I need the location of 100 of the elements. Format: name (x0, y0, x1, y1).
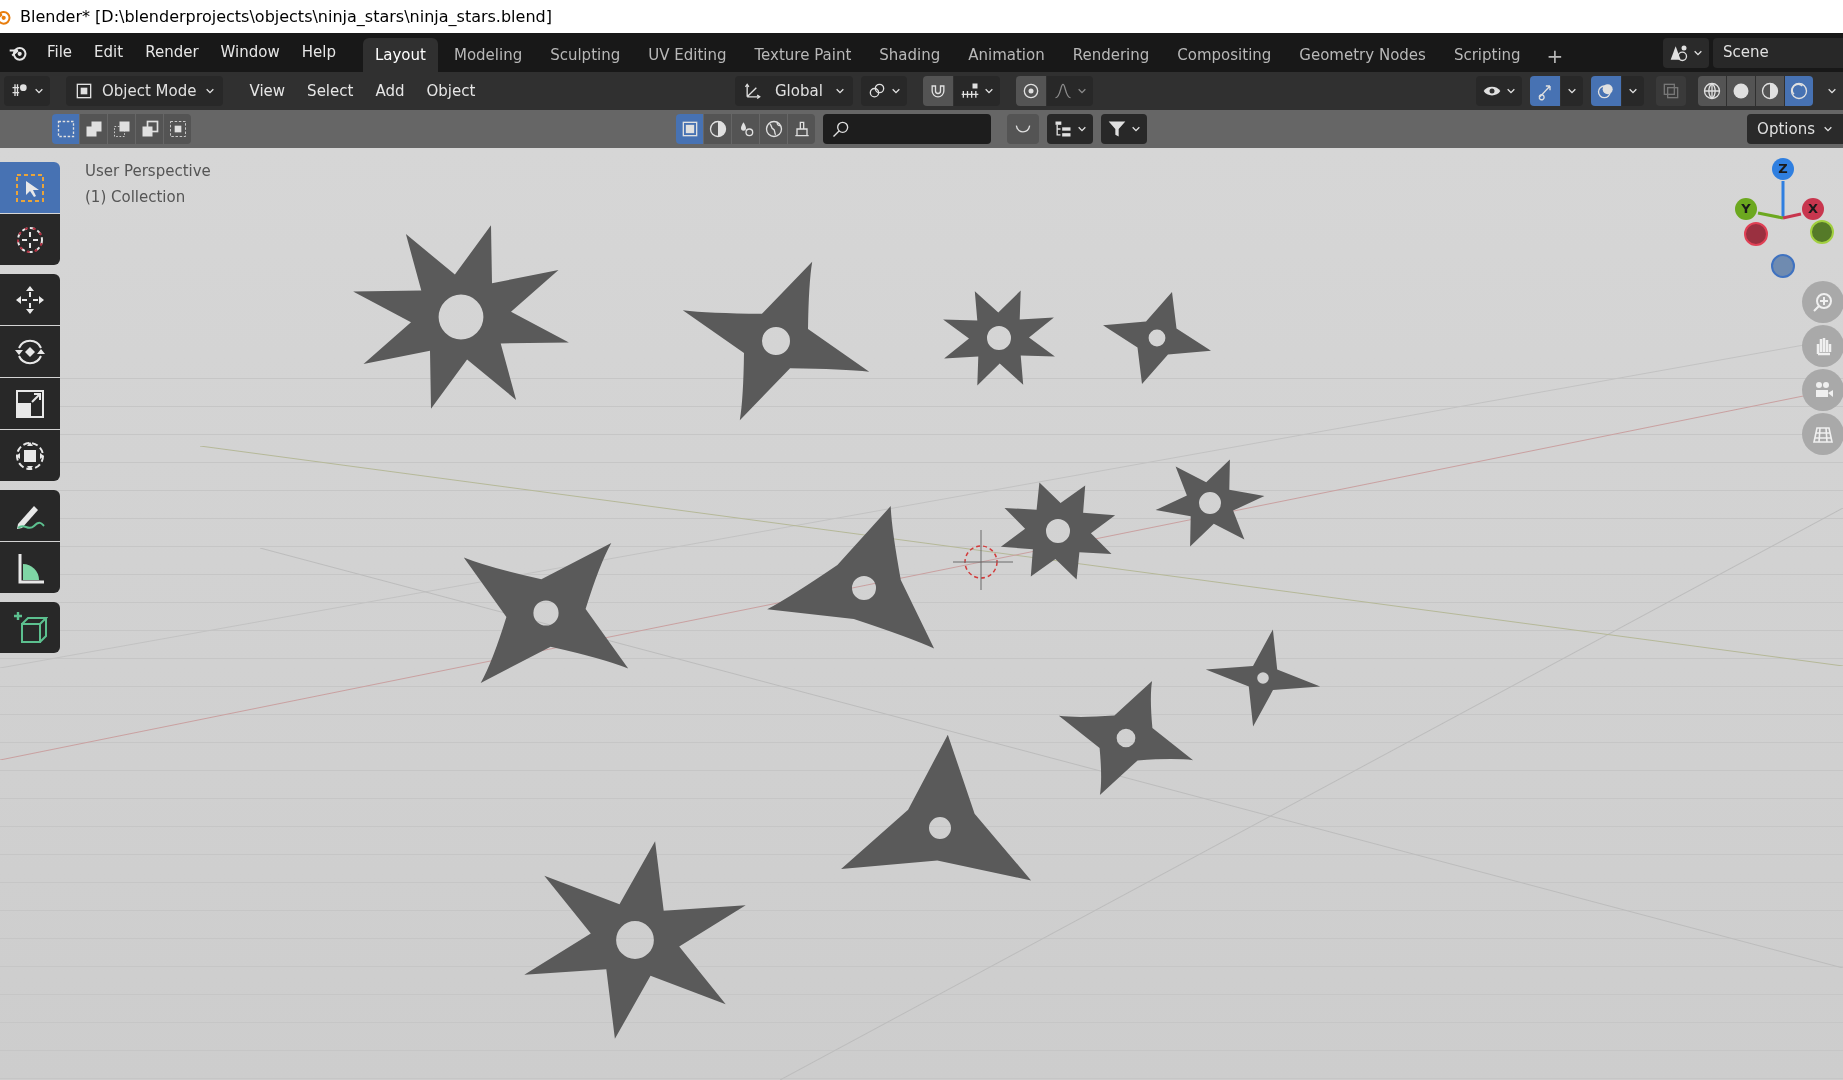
workspace-tab[interactable]: Modeling (441, 37, 535, 72)
tool-button[interactable] (0, 274, 60, 325)
overlapping-squares-icon (111, 119, 132, 139)
menu-item[interactable]: Help (290, 37, 347, 68)
selection-mode-button[interactable] (164, 114, 191, 144)
caret-icon (834, 86, 845, 96)
3d-cursor-icon (952, 529, 1014, 591)
options-dropdown[interactable]: Options (1747, 114, 1843, 144)
proportional-edit-toggle[interactable] (1015, 76, 1046, 106)
workspace-tab[interactable]: UV Editing (636, 37, 739, 72)
search-field[interactable] (823, 114, 991, 144)
selection-mode-button[interactable] (52, 114, 79, 144)
wireframe-sphere-icon (1702, 81, 1722, 101)
funnel-icon (1107, 119, 1127, 139)
axis-label[interactable]: Z (1772, 158, 1794, 180)
snap-target-dropdown[interactable] (953, 76, 1000, 106)
workspace-tab[interactable]: Compositing (1165, 37, 1284, 72)
add-workspace-button[interactable]: + (1536, 40, 1574, 72)
menu-item[interactable]: File (36, 37, 84, 68)
snap-toggle[interactable] (922, 76, 953, 106)
overlay-toggle[interactable] (1591, 76, 1621, 106)
list-dropdown[interactable] (1047, 114, 1093, 144)
overlay-icon (1596, 81, 1616, 101)
increment-icon (959, 81, 980, 101)
header-menu-item[interactable]: View (238, 75, 297, 107)
menu-item[interactable]: Render (134, 37, 210, 68)
menu-item[interactable]: Window (209, 37, 291, 68)
tool-button[interactable] (0, 214, 60, 265)
negative-z-axis-dot[interactable] (1771, 254, 1795, 278)
tool-button[interactable] (0, 542, 60, 593)
caret-icon (1506, 86, 1516, 96)
header-menu-item[interactable]: Add (364, 75, 416, 107)
add-cube-icon (12, 609, 48, 646)
shading-mode-button[interactable] (1785, 76, 1813, 106)
shading-mode-button[interactable] (1698, 76, 1726, 106)
half-sphere-icon (1760, 81, 1780, 101)
workspace-tab[interactable]: Sculpting (538, 37, 633, 72)
tool-button[interactable] (0, 490, 60, 541)
smooth-button[interactable] (1007, 114, 1039, 144)
workspace-tab[interactable]: Scripting (1441, 37, 1533, 72)
selection-mode-button[interactable] (136, 114, 163, 144)
caret-icon (1827, 86, 1837, 96)
filter-toggle[interactable] (676, 114, 703, 144)
workspace-tab[interactable]: Rendering (1060, 37, 1162, 72)
selection-mode-button[interactable] (108, 114, 135, 144)
caret-icon (1628, 86, 1638, 96)
header-menu-item[interactable]: Object (415, 75, 487, 107)
3d-viewport[interactable]: Z Y X User Perspective (1) Collection (0, 148, 1843, 1080)
dashed-square-icon (167, 119, 188, 139)
header-menu-item[interactable]: Select (296, 75, 365, 107)
scene-type-button[interactable] (1663, 37, 1709, 68)
shading-mode-button[interactable] (1756, 76, 1784, 106)
overlapping-squares-icon (1661, 81, 1681, 101)
scene-field[interactable]: Scene (1713, 37, 1843, 68)
collection-label: (1) Collection (85, 187, 186, 208)
workspace-tab[interactable]: Layout (362, 37, 438, 72)
dashed-square-icon (55, 119, 76, 139)
filter-toggle[interactable] (788, 114, 815, 144)
orientation-dropdown[interactable]: Global (735, 76, 853, 106)
tool-button[interactable] (0, 326, 60, 377)
caret-icon (1077, 124, 1087, 134)
editor-type-button[interactable] (4, 76, 50, 106)
workspace-tab[interactable]: Shading (867, 37, 953, 72)
pivot-dropdown[interactable] (860, 76, 907, 106)
tool-button[interactable] (0, 378, 60, 429)
dropdown-button[interactable] (1622, 76, 1644, 106)
tool-button[interactable] (0, 602, 60, 653)
menu-item[interactable]: Edit (83, 37, 135, 68)
workspace-tab[interactable]: Animation (956, 37, 1057, 72)
filter-toggle[interactable] (704, 114, 731, 144)
caret-icon (1076, 86, 1087, 96)
hierarchy-icon (1053, 119, 1073, 139)
dropdown-button[interactable] (1561, 76, 1583, 106)
negative-y-axis-dot[interactable] (1744, 222, 1768, 246)
axis-lines-drawing (1757, 181, 1802, 220)
window-title: Blender* [D:\blenderprojects\objects\ninja_stars\ninja_stars.blend] (20, 5, 552, 28)
workspace-tab[interactable]: Geometry Nodes (1287, 37, 1438, 72)
view-label: User Perspective (85, 161, 211, 182)
caret-icon (204, 86, 215, 96)
workspace-tab[interactable]: Texture Paint (742, 37, 864, 72)
axis-label[interactable]: Y (1735, 198, 1757, 220)
object-mode-icon (74, 81, 94, 101)
globe-icon (763, 119, 784, 139)
shading-mode-button[interactable] (1727, 76, 1755, 106)
caret-icon (34, 86, 44, 96)
negative-x-axis-dot[interactable] (1810, 220, 1834, 244)
caret-icon (983, 86, 994, 96)
selection-mode-button[interactable] (80, 114, 107, 144)
xray-toggle[interactable] (1656, 76, 1686, 106)
visibility-dropdown[interactable] (1476, 76, 1522, 106)
tool-button[interactable] (0, 430, 60, 481)
mode-dropdown[interactable]: Object Mode (66, 76, 223, 106)
caret-icon (1131, 124, 1141, 134)
half-circle-icon (707, 119, 728, 139)
filter-toggle[interactable] (760, 114, 787, 144)
filter-dropdown[interactable] (1101, 114, 1147, 144)
filter-toggle[interactable] (732, 114, 759, 144)
zoom-icon (1811, 290, 1835, 314)
gizmo-toggle[interactable] (1530, 76, 1560, 106)
solid-sphere-icon (1731, 81, 1751, 101)
